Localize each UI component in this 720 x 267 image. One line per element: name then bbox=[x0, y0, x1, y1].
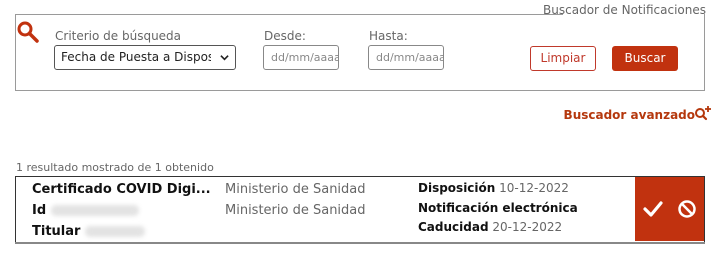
caducidad-row: Caducidad 20-12-2022 bbox=[418, 220, 562, 234]
advanced-search-link[interactable]: Buscador avanzado bbox=[564, 108, 695, 122]
disposicion-label: Disposición bbox=[418, 181, 496, 195]
disposicion-date: 10-12-2022 bbox=[499, 181, 569, 195]
criterio-select-value: Fecha de Puesta a Disposición bbox=[61, 50, 211, 64]
caducidad-label: Caducidad bbox=[418, 220, 489, 234]
notification-titular-row: Titular bbox=[32, 224, 145, 239]
criterio-select[interactable]: Fecha de Puesta a Disposición bbox=[54, 45, 236, 70]
notification-emisor: Ministerio de Sanidad bbox=[225, 182, 366, 197]
desde-label: Desde: bbox=[264, 29, 306, 43]
advanced-search-icon[interactable] bbox=[694, 105, 712, 121]
block-icon[interactable] bbox=[676, 198, 698, 220]
hasta-label: Hasta: bbox=[369, 29, 408, 43]
titular-value-redacted bbox=[84, 226, 145, 237]
id-value-redacted bbox=[50, 205, 139, 216]
check-icon[interactable] bbox=[642, 198, 664, 220]
card-shadow bbox=[15, 242, 705, 244]
notification-type: Notificación electrónica bbox=[418, 201, 578, 215]
criterio-label: Criterio de búsqueda bbox=[55, 29, 182, 43]
disposicion-row: Disposición 10-12-2022 bbox=[418, 181, 569, 195]
desde-input[interactable]: dd/mm/aaaa bbox=[263, 45, 339, 70]
search-icon bbox=[17, 21, 39, 43]
panel-border-top bbox=[15, 14, 563, 15]
id-label: Id bbox=[32, 203, 47, 218]
results-count: 1 resultado mostrado de 1 obtenido bbox=[16, 161, 214, 174]
hasta-input[interactable]: dd/mm/aaaa bbox=[368, 45, 444, 70]
notification-destinatario: Ministerio de Sanidad bbox=[225, 203, 366, 218]
chevron-down-icon bbox=[220, 55, 229, 61]
panel-legend: Buscador de Notificaciones bbox=[543, 3, 706, 17]
notification-id-row: Id bbox=[32, 203, 139, 218]
search-button[interactable]: Buscar bbox=[612, 46, 678, 71]
clear-button[interactable]: Limpiar bbox=[530, 46, 596, 71]
caducidad-date: 20-12-2022 bbox=[492, 220, 563, 234]
titular-label: Titular bbox=[32, 224, 81, 239]
notification-title[interactable]: Certificado COVID Digi... bbox=[32, 182, 211, 197]
